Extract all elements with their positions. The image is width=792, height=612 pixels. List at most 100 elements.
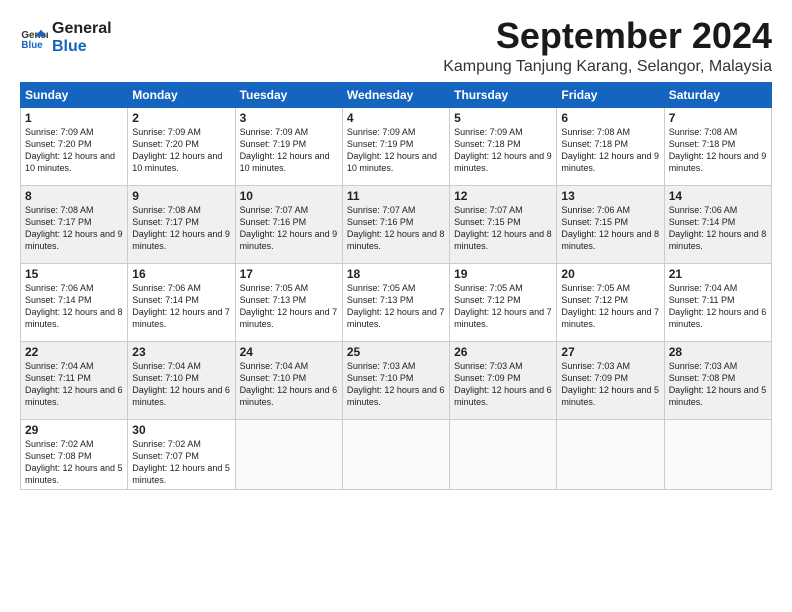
calendar-cell: 3 Sunrise: 7:09 AM Sunset: 7:19 PM Dayli… xyxy=(235,107,342,185)
page: General Blue General Blue September 2024… xyxy=(0,0,792,500)
calendar-cell: 7 Sunrise: 7:08 AM Sunset: 7:18 PM Dayli… xyxy=(664,107,771,185)
day-number: 18 xyxy=(347,267,445,281)
day-number: 16 xyxy=(132,267,230,281)
day-info: Sunrise: 7:03 AM Sunset: 7:09 PM Dayligh… xyxy=(561,360,659,409)
day-number: 19 xyxy=(454,267,552,281)
calendar-cell: 12 Sunrise: 7:07 AM Sunset: 7:15 PM Dayl… xyxy=(450,185,557,263)
day-number: 2 xyxy=(132,111,230,125)
day-number: 6 xyxy=(561,111,659,125)
day-number: 29 xyxy=(25,423,123,437)
calendar-cell xyxy=(664,419,771,490)
day-info: Sunrise: 7:07 AM Sunset: 7:15 PM Dayligh… xyxy=(454,204,552,253)
day-info: Sunrise: 7:04 AM Sunset: 7:11 PM Dayligh… xyxy=(25,360,123,409)
calendar-cell: 1 Sunrise: 7:09 AM Sunset: 7:20 PM Dayli… xyxy=(21,107,128,185)
calendar-cell: 23 Sunrise: 7:04 AM Sunset: 7:10 PM Dayl… xyxy=(128,341,235,419)
calendar-cell: 20 Sunrise: 7:05 AM Sunset: 7:12 PM Dayl… xyxy=(557,263,664,341)
calendar-cell: 25 Sunrise: 7:03 AM Sunset: 7:10 PM Dayl… xyxy=(342,341,449,419)
day-info: Sunrise: 7:08 AM Sunset: 7:17 PM Dayligh… xyxy=(25,204,123,253)
calendar: SundayMondayTuesdayWednesdayThursdayFrid… xyxy=(20,82,772,491)
day-number: 7 xyxy=(669,111,767,125)
day-info: Sunrise: 7:04 AM Sunset: 7:11 PM Dayligh… xyxy=(669,282,767,331)
calendar-cell: 10 Sunrise: 7:07 AM Sunset: 7:16 PM Dayl… xyxy=(235,185,342,263)
calendar-cell: 21 Sunrise: 7:04 AM Sunset: 7:11 PM Dayl… xyxy=(664,263,771,341)
day-number: 14 xyxy=(669,189,767,203)
logo-icon: General Blue xyxy=(20,24,48,52)
day-number: 9 xyxy=(132,189,230,203)
day-number: 28 xyxy=(669,345,767,359)
calendar-cell: 30 Sunrise: 7:02 AM Sunset: 7:07 PM Dayl… xyxy=(128,419,235,490)
header-saturday: Saturday xyxy=(664,82,771,107)
day-info: Sunrise: 7:09 AM Sunset: 7:20 PM Dayligh… xyxy=(25,126,123,175)
day-number: 23 xyxy=(132,345,230,359)
day-info: Sunrise: 7:06 AM Sunset: 7:15 PM Dayligh… xyxy=(561,204,659,253)
day-info: Sunrise: 7:05 AM Sunset: 7:12 PM Dayligh… xyxy=(454,282,552,331)
calendar-cell: 8 Sunrise: 7:08 AM Sunset: 7:17 PM Dayli… xyxy=(21,185,128,263)
header-thursday: Thursday xyxy=(450,82,557,107)
day-number: 24 xyxy=(240,345,338,359)
day-info: Sunrise: 7:03 AM Sunset: 7:09 PM Dayligh… xyxy=(454,360,552,409)
day-info: Sunrise: 7:09 AM Sunset: 7:19 PM Dayligh… xyxy=(347,126,445,175)
calendar-header-row: SundayMondayTuesdayWednesdayThursdayFrid… xyxy=(21,82,772,107)
day-number: 4 xyxy=(347,111,445,125)
day-number: 11 xyxy=(347,189,445,203)
logo-line2: Blue xyxy=(52,38,112,56)
day-number: 20 xyxy=(561,267,659,281)
calendar-cell: 6 Sunrise: 7:08 AM Sunset: 7:18 PM Dayli… xyxy=(557,107,664,185)
day-info: Sunrise: 7:08 AM Sunset: 7:18 PM Dayligh… xyxy=(561,126,659,175)
calendar-cell: 13 Sunrise: 7:06 AM Sunset: 7:15 PM Dayl… xyxy=(557,185,664,263)
logo-line1: General xyxy=(52,20,112,38)
calendar-cell: 27 Sunrise: 7:03 AM Sunset: 7:09 PM Dayl… xyxy=(557,341,664,419)
header-wednesday: Wednesday xyxy=(342,82,449,107)
day-number: 3 xyxy=(240,111,338,125)
day-info: Sunrise: 7:05 AM Sunset: 7:13 PM Dayligh… xyxy=(240,282,338,331)
logo: General Blue General Blue xyxy=(20,20,112,55)
day-number: 15 xyxy=(25,267,123,281)
calendar-week-3: 15 Sunrise: 7:06 AM Sunset: 7:14 PM Dayl… xyxy=(21,263,772,341)
day-info: Sunrise: 7:09 AM Sunset: 7:19 PM Dayligh… xyxy=(240,126,338,175)
title-block: September 2024 Kampung Tanjung Karang, S… xyxy=(443,16,772,76)
calendar-cell: 19 Sunrise: 7:05 AM Sunset: 7:12 PM Dayl… xyxy=(450,263,557,341)
day-number: 12 xyxy=(454,189,552,203)
day-info: Sunrise: 7:02 AM Sunset: 7:08 PM Dayligh… xyxy=(25,438,123,487)
header-monday: Monday xyxy=(128,82,235,107)
day-number: 26 xyxy=(454,345,552,359)
calendar-cell: 26 Sunrise: 7:03 AM Sunset: 7:09 PM Dayl… xyxy=(450,341,557,419)
calendar-cell: 9 Sunrise: 7:08 AM Sunset: 7:17 PM Dayli… xyxy=(128,185,235,263)
calendar-cell: 5 Sunrise: 7:09 AM Sunset: 7:18 PM Dayli… xyxy=(450,107,557,185)
header-sunday: Sunday xyxy=(21,82,128,107)
day-info: Sunrise: 7:04 AM Sunset: 7:10 PM Dayligh… xyxy=(132,360,230,409)
day-info: Sunrise: 7:04 AM Sunset: 7:10 PM Dayligh… xyxy=(240,360,338,409)
calendar-cell xyxy=(342,419,449,490)
day-number: 25 xyxy=(347,345,445,359)
location-title: Kampung Tanjung Karang, Selangor, Malays… xyxy=(443,58,772,76)
day-info: Sunrise: 7:03 AM Sunset: 7:08 PM Dayligh… xyxy=(669,360,767,409)
day-info: Sunrise: 7:02 AM Sunset: 7:07 PM Dayligh… xyxy=(132,438,230,487)
day-info: Sunrise: 7:03 AM Sunset: 7:10 PM Dayligh… xyxy=(347,360,445,409)
calendar-week-5: 29 Sunrise: 7:02 AM Sunset: 7:08 PM Dayl… xyxy=(21,419,772,490)
calendar-cell: 22 Sunrise: 7:04 AM Sunset: 7:11 PM Dayl… xyxy=(21,341,128,419)
day-number: 30 xyxy=(132,423,230,437)
calendar-week-4: 22 Sunrise: 7:04 AM Sunset: 7:11 PM Dayl… xyxy=(21,341,772,419)
day-number: 1 xyxy=(25,111,123,125)
calendar-cell xyxy=(235,419,342,490)
calendar-cell: 24 Sunrise: 7:04 AM Sunset: 7:10 PM Dayl… xyxy=(235,341,342,419)
day-info: Sunrise: 7:05 AM Sunset: 7:12 PM Dayligh… xyxy=(561,282,659,331)
day-info: Sunrise: 7:07 AM Sunset: 7:16 PM Dayligh… xyxy=(240,204,338,253)
calendar-cell: 17 Sunrise: 7:05 AM Sunset: 7:13 PM Dayl… xyxy=(235,263,342,341)
day-info: Sunrise: 7:09 AM Sunset: 7:20 PM Dayligh… xyxy=(132,126,230,175)
header: General Blue General Blue September 2024… xyxy=(20,16,772,76)
day-info: Sunrise: 7:09 AM Sunset: 7:18 PM Dayligh… xyxy=(454,126,552,175)
calendar-cell: 4 Sunrise: 7:09 AM Sunset: 7:19 PM Dayli… xyxy=(342,107,449,185)
calendar-cell xyxy=(450,419,557,490)
day-info: Sunrise: 7:06 AM Sunset: 7:14 PM Dayligh… xyxy=(25,282,123,331)
svg-text:Blue: Blue xyxy=(21,39,43,50)
month-title: September 2024 xyxy=(443,16,772,56)
day-info: Sunrise: 7:06 AM Sunset: 7:14 PM Dayligh… xyxy=(669,204,767,253)
calendar-cell xyxy=(557,419,664,490)
calendar-cell: 11 Sunrise: 7:07 AM Sunset: 7:16 PM Dayl… xyxy=(342,185,449,263)
day-number: 27 xyxy=(561,345,659,359)
day-number: 22 xyxy=(25,345,123,359)
calendar-cell: 18 Sunrise: 7:05 AM Sunset: 7:13 PM Dayl… xyxy=(342,263,449,341)
header-friday: Friday xyxy=(557,82,664,107)
day-info: Sunrise: 7:08 AM Sunset: 7:18 PM Dayligh… xyxy=(669,126,767,175)
